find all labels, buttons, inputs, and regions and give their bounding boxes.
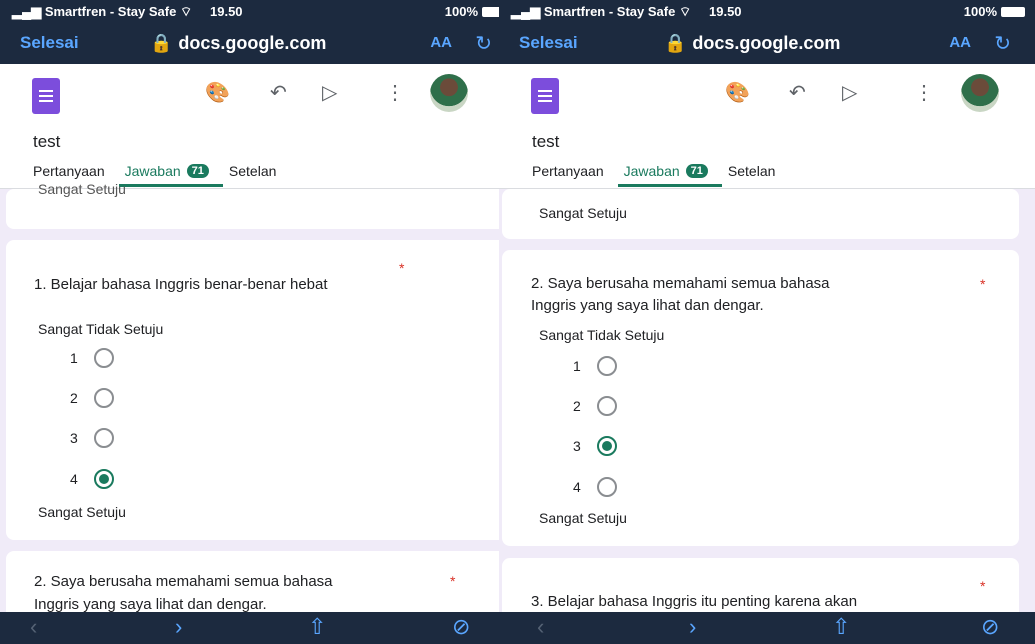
form-tabs: Pertanyaan Jawaban 71 Setelan	[33, 163, 276, 187]
undo-icon[interactable]: ↶	[789, 80, 806, 105]
text-size-button[interactable]: AA	[430, 34, 452, 51]
browser-toolbar: ‹ › ⇧ ⊘	[0, 612, 516, 644]
forms-app-bar: 🎨 ↶ ▷ ⋮ test Pertanyaan Jawaban 71 Setela…	[499, 64, 1035, 189]
question-text: 3. Belajar bahasa Inggris itu penting ka…	[531, 593, 858, 610]
battery: 100%	[964, 4, 1025, 19]
responses-count-badge: 71	[685, 164, 708, 178]
required-mark: *	[450, 573, 456, 589]
radio-button-selected[interactable]	[93, 469, 114, 489]
tab-settings[interactable]: Setelan	[229, 163, 276, 179]
signal-icon: ▂▄▆	[511, 4, 544, 19]
option-2[interactable]: 2	[70, 388, 114, 408]
status-time: 19.50	[210, 4, 243, 19]
previous-question-card: Sangat Setuju	[6, 181, 508, 229]
question-text: 1. Belajar bahasa Inggris benar-benar he…	[34, 276, 328, 293]
question-card-1: 1. Belajar bahasa Inggris benar-benar he…	[6, 240, 508, 540]
option-2[interactable]: 2	[573, 396, 617, 416]
scale-high-label: Sangat Setuju	[539, 510, 627, 526]
option-4[interactable]: 4	[573, 477, 617, 497]
tab-responses[interactable]: Jawaban 71	[617, 163, 723, 187]
share-icon[interactable]: ⇧	[308, 614, 326, 640]
address-field[interactable]: 🔒 docs.google.com	[664, 33, 840, 54]
browser-url-bar: Selesai 🔒 docs.google.com AA ↻	[0, 22, 516, 64]
scale-high-label: Sangat Setuju	[38, 504, 126, 520]
tab-responses[interactable]: Jawaban 71	[118, 163, 224, 187]
option-4[interactable]: 4	[70, 469, 114, 489]
previous-question-card: Sangat Setuju	[502, 189, 1019, 239]
radio-button[interactable]	[596, 477, 617, 497]
avatar[interactable]	[430, 74, 468, 112]
chevron-right-icon[interactable]: ›	[689, 614, 696, 640]
radio-button[interactable]	[93, 428, 114, 448]
send-icon[interactable]: ▷	[842, 80, 857, 105]
reload-icon[interactable]: ↻	[994, 31, 1011, 56]
radio-button-selected[interactable]	[596, 436, 617, 456]
tab-settings[interactable]: Setelan	[728, 163, 775, 179]
send-icon[interactable]: ▷	[322, 80, 337, 105]
option-1[interactable]: 1	[573, 356, 617, 376]
share-icon[interactable]: ⇧	[832, 614, 850, 640]
tab-questions[interactable]: Pertanyaan	[532, 163, 604, 179]
radio-button[interactable]	[596, 356, 617, 376]
responses-count-badge: 71	[186, 164, 209, 178]
required-mark: *	[980, 276, 986, 292]
right-phone-screen: ▂▄▆ Smartfren - Stay Safe ⌔ 19.50 100% S…	[499, 0, 1035, 644]
option-3[interactable]: 3	[573, 436, 617, 456]
chevron-left-icon[interactable]: ‹	[537, 614, 544, 640]
question-card-2: 2. Saya berusaha memahami semua bahasa I…	[502, 250, 1019, 546]
text-size-button[interactable]: AA	[949, 34, 971, 51]
chevron-right-icon[interactable]: ›	[175, 614, 182, 640]
radio-button[interactable]	[93, 388, 114, 408]
status-bar: ▂▄▆ Smartfren - Stay Safe ⌔ 19.50 100%	[499, 0, 1035, 22]
required-mark: *	[980, 578, 986, 594]
lock-icon: 🔒	[150, 33, 173, 53]
battery: 100%	[445, 4, 506, 19]
browser-toolbar: ‹ › ⇧ ⊘	[499, 612, 1035, 644]
option-3[interactable]: 3	[70, 428, 114, 448]
question-text-line-2: Inggris yang saya lihat dan dengar.	[531, 297, 764, 314]
battery-icon	[1001, 6, 1025, 17]
status-time: 19.50	[709, 4, 742, 19]
palette-icon[interactable]: 🎨	[205, 80, 230, 105]
question-text-line-1: 2. Saya berusaha memahami semua bahasa	[34, 573, 333, 590]
tab-questions[interactable]: Pertanyaan	[33, 163, 105, 179]
google-forms-icon[interactable]	[531, 78, 559, 114]
forms-app-bar: 🎨 ↶ ▷ ⋮ test Pertanyaan Jawaban 71 Setela…	[0, 64, 516, 189]
avatar[interactable]	[961, 74, 999, 112]
palette-icon[interactable]: 🎨	[725, 80, 750, 105]
browser-url-bar: Selesai 🔒 docs.google.com AA ↻	[499, 22, 1035, 64]
address-field[interactable]: 🔒 docs.google.com	[150, 33, 326, 54]
carrier-label: ▂▄▆ Smartfren - Stay Safe ⌔	[511, 4, 692, 19]
more-vert-icon[interactable]: ⋮	[914, 80, 934, 105]
done-button[interactable]: Selesai	[20, 33, 79, 53]
form-title: test	[532, 132, 560, 151]
compass-icon[interactable]: ⊘	[981, 614, 999, 640]
form-title: test	[33, 132, 61, 151]
clipped-scale-label: Sangat Setuju	[38, 181, 126, 197]
wifi-icon: ⌔	[179, 4, 193, 19]
status-bar: ▂▄▆ Smartfren - Stay Safe ⌔ 19.50 100%	[0, 0, 516, 22]
required-mark: *	[399, 260, 405, 276]
chevron-left-icon[interactable]: ‹	[30, 614, 37, 640]
undo-icon[interactable]: ↶	[270, 80, 287, 105]
left-phone-screen: ▂▄▆ Smartfren - Stay Safe ⌔ 19.50 100% S…	[0, 0, 516, 644]
scale-high-label: Sangat Setuju	[539, 205, 627, 221]
form-tabs: Pertanyaan Jawaban 71 Setelan	[532, 163, 775, 187]
compass-icon[interactable]: ⊘	[452, 614, 470, 640]
radio-button[interactable]	[596, 396, 617, 416]
radio-button[interactable]	[93, 348, 114, 368]
signal-icon: ▂▄▆	[12, 4, 45, 19]
question-text-line-1: 2. Saya berusaha memahami semua bahasa	[531, 275, 830, 292]
done-button[interactable]: Selesai	[519, 33, 578, 53]
reload-icon[interactable]: ↻	[475, 31, 492, 56]
more-vert-icon[interactable]: ⋮	[385, 80, 405, 105]
carrier-label: ▂▄▆ Smartfren - Stay Safe ⌔	[12, 4, 193, 19]
wifi-icon: ⌔	[678, 4, 692, 19]
scale-low-label: Sangat Tidak Setuju	[539, 327, 665, 343]
option-1[interactable]: 1	[70, 348, 114, 368]
scale-low-label: Sangat Tidak Setuju	[38, 321, 164, 337]
google-forms-icon[interactable]	[32, 78, 60, 114]
lock-icon: 🔒	[664, 33, 687, 53]
